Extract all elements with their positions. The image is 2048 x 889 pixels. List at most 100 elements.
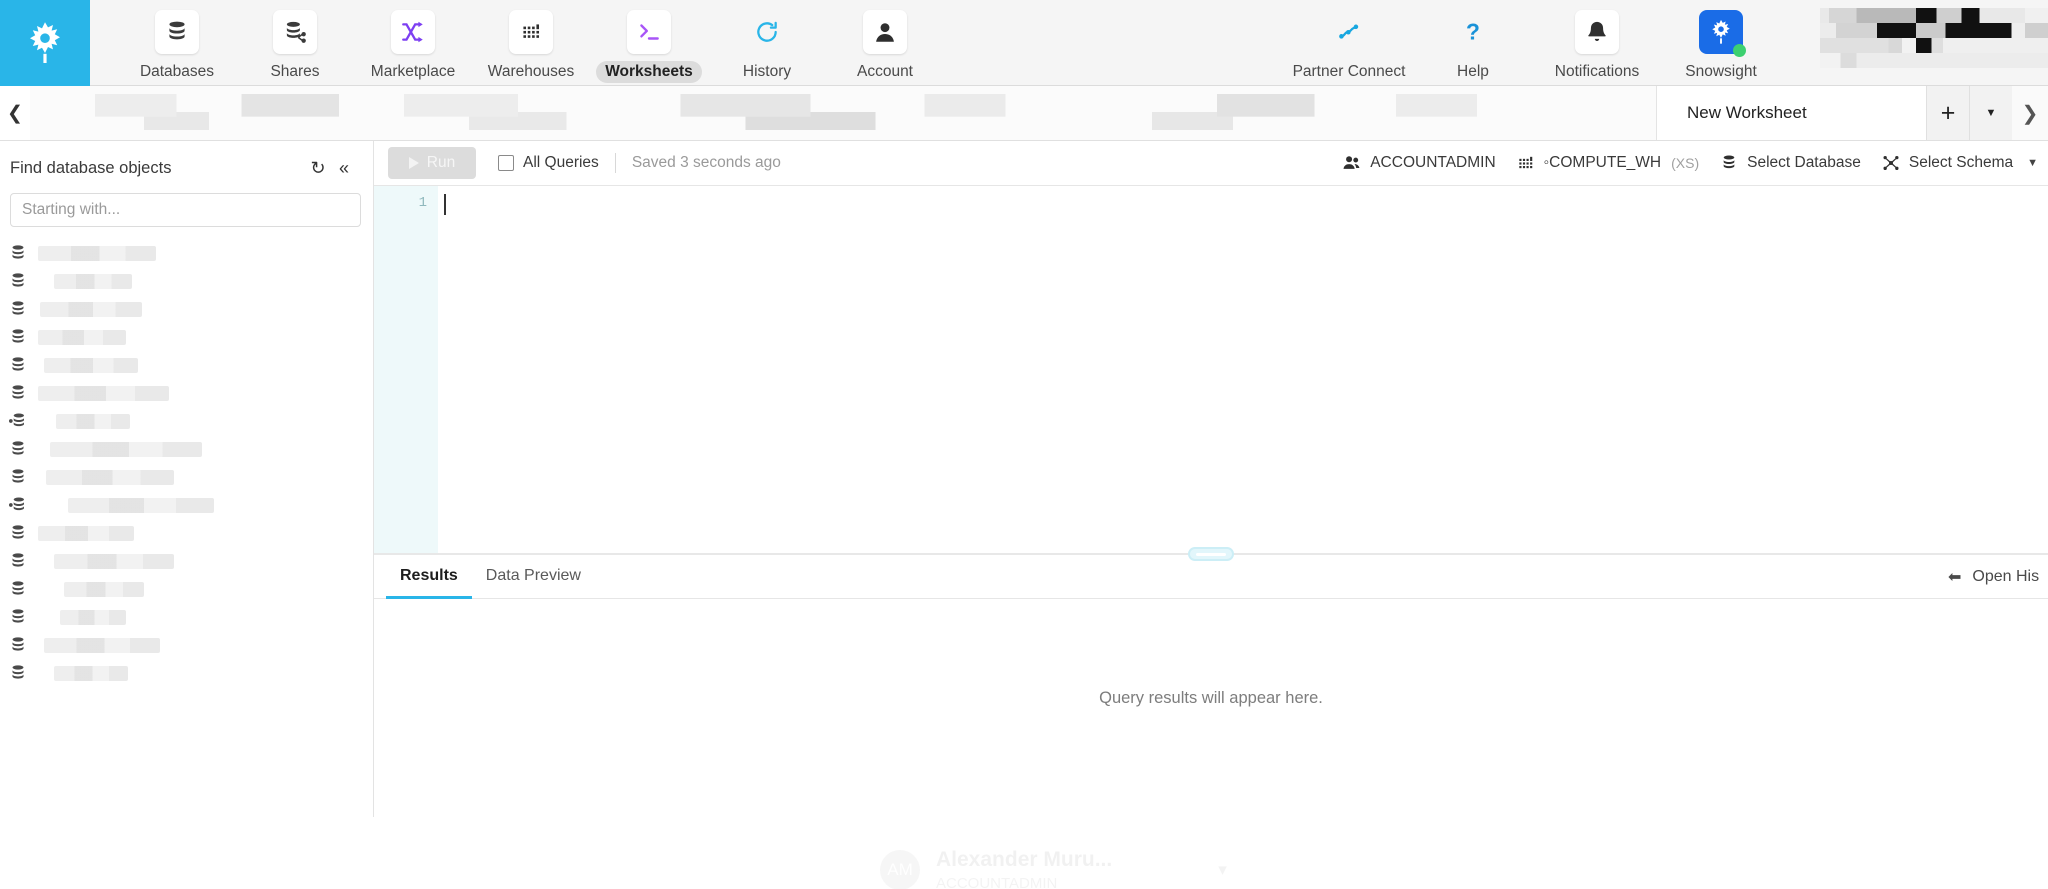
database-name-redacted [54,665,128,681]
nav-item-help[interactable]: ? Help [1411,0,1535,83]
snowflake-logo-icon[interactable] [0,0,90,86]
worksheet-tab-strip: ❮ New Worksheet + ▼ ❯ [0,86,2048,141]
database-list-item[interactable] [0,519,373,547]
nav-label-marketplace: Marketplace [370,63,456,80]
database-icon [8,299,28,319]
panel-splitter [374,547,2048,561]
shares-icon [273,10,317,54]
database-name-redacted [46,469,174,485]
database-list-item[interactable] [0,379,373,407]
role-selector[interactable]: ACCOUNTADMIN [1342,153,1496,173]
nav-label-shares: Shares [270,63,320,80]
add-worksheet-button[interactable]: + [1926,86,1969,140]
results-empty-message: Query results will appear here. [1099,688,1323,707]
svg-text:?: ? [1466,19,1480,45]
database-list-item[interactable] [0,631,373,659]
nav-item-notifications[interactable]: Notifications [1535,0,1659,83]
nav-item-shares[interactable]: Shares [236,0,354,83]
database-list-item[interactable] [0,351,373,379]
nav-item-marketplace[interactable]: Marketplace [354,0,472,83]
database-list-item[interactable] [0,239,373,267]
warehouses-icon [509,10,553,54]
nav-label-help: Help [1457,63,1489,80]
worksheets-icon [627,10,671,54]
history-icon [745,10,789,54]
partner-connect-icon [1327,10,1371,54]
nav-item-warehouses[interactable]: Warehouses [472,0,590,83]
chevron-left-icon[interactable]: ❮ [0,86,30,140]
database-icon [8,243,28,263]
nav-item-snowsight[interactable]: Snowsight [1659,0,1783,83]
worksheet-toolbar: Run All Queries Saved 3 seconds ago ACCO… [374,141,2048,186]
database-icon [8,467,28,487]
refresh-icon[interactable]: ↻ [305,155,331,181]
schema-icon [1881,153,1901,173]
open-history-button[interactable]: ⬅ Open His [1948,555,2048,598]
checkbox-box [498,155,514,171]
database-selector[interactable]: Select Database [1719,153,1861,173]
database-icon [8,523,28,543]
database-icon [8,607,28,627]
splitter-drag-handle[interactable] [1188,547,1234,561]
database-list-item[interactable] [0,491,373,519]
database-list-item[interactable] [0,295,373,323]
tab-data-preview-label: Data Preview [485,566,581,584]
database-list-item[interactable] [0,267,373,295]
database-list-item[interactable] [0,659,373,687]
help-icon: ? [1451,10,1495,54]
results-tab-bar: Results Data Preview ⬅ Open His [374,555,2048,599]
user-account-redacted-region[interactable] [1820,8,2048,68]
database-list-item[interactable] [0,435,373,463]
editor-code-area[interactable] [438,186,2048,553]
results-empty-state: Query results will appear here. [374,599,2048,817]
all-queries-label: All Queries [523,154,599,171]
ghost-user-name: Alexander Muru... [936,848,1113,871]
nav-item-worksheets[interactable]: Worksheets [590,0,708,83]
database-list-item[interactable] [0,603,373,631]
chevron-down-icon: ▾ [1218,860,1227,879]
bell-icon [1575,10,1619,54]
all-queries-checkbox[interactable]: All Queries [498,154,599,172]
schema-selector[interactable]: Select Schema [1881,153,2013,173]
double-chevron-left-icon[interactable]: « [331,155,357,181]
database-search-box[interactable] [10,193,361,227]
caret-down-icon[interactable]: ▼ [1969,86,2012,140]
warehouse-grid-icon [1516,153,1536,173]
database-icon [8,383,28,403]
database-list-item[interactable] [0,323,373,351]
database-name-redacted [38,385,169,401]
database-list-item[interactable] [0,547,373,575]
database-icon [8,551,28,571]
sidebar-header: Find database objects ↻ « [0,141,373,187]
databases-icon [155,10,199,54]
nav-item-partner-connect[interactable]: Partner Connect [1287,0,1411,83]
database-list-item[interactable] [0,575,373,603]
nav-item-account[interactable]: Account [826,0,944,83]
tab-results[interactable]: Results [386,555,472,599]
worksheet-area: Run All Queries Saved 3 seconds ago ACCO… [374,141,2048,817]
warehouse-selector[interactable]: ◦COMPUTE_WH (XS) [1516,153,1699,173]
top-navigation-bar: Databases Shares Marketplace Warehouses … [0,0,2048,86]
nav-label-databases: Databases [139,63,215,80]
marketplace-icon [391,10,435,54]
tab-data-preview[interactable]: Data Preview [472,555,595,599]
ghost-user-role: ACCOUNTADMIN [936,875,1058,889]
search-input[interactable] [22,201,349,219]
nav-item-history[interactable]: History [708,0,826,83]
chevron-right-icon[interactable]: ❯ [2012,86,2048,140]
worksheet-tabs-redacted[interactable] [30,86,1656,140]
database-list-item[interactable] [0,463,373,491]
secondary-nav-items: Partner Connect ? Help Notifications Sno… [1287,0,2048,85]
database-name-redacted [68,497,214,513]
run-button[interactable]: Run [388,147,476,179]
database-name-redacted [64,581,144,597]
sql-editor[interactable]: 1 [374,186,2048,553]
database-list-item[interactable] [0,407,373,435]
nav-item-databases[interactable]: Databases [118,0,236,83]
worksheet-tab-new[interactable]: New Worksheet [1656,86,1926,140]
role-label: ACCOUNTADMIN [1370,154,1496,171]
nav-label-snowsight: Snowsight [1685,63,1757,80]
nav-label-worksheets: Worksheets [596,61,702,83]
caret-down-icon[interactable]: ▼ [2027,157,2038,169]
database-shared-icon [8,495,28,515]
